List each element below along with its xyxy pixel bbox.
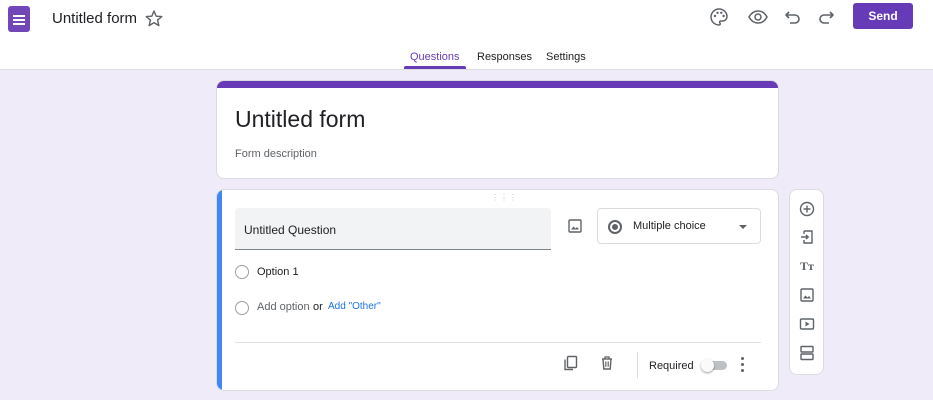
- app-header: Untitled form Send Questions Responses S…: [0, 0, 933, 70]
- star-icon[interactable]: [143, 6, 165, 30]
- question-title-text: Untitled Question: [244, 223, 337, 237]
- add-image-icon[interactable]: [798, 286, 816, 304]
- doc-title[interactable]: Untitled form: [52, 10, 137, 27]
- import-questions-icon[interactable]: [798, 228, 816, 246]
- title-glyph: Tт: [800, 258, 814, 273]
- send-button[interactable]: Send: [853, 3, 913, 29]
- form-title[interactable]: Untitled form: [235, 106, 365, 133]
- option-radio: [235, 265, 249, 279]
- add-title-icon[interactable]: Tт: [798, 257, 816, 275]
- toggle-thumb: [701, 359, 714, 372]
- eye-icon[interactable]: [746, 5, 770, 29]
- footer-vertical-divider: [637, 352, 638, 378]
- add-image-icon[interactable]: [566, 217, 584, 235]
- redo-icon[interactable]: [814, 5, 838, 29]
- drag-handle-icon[interactable]: ⋮⋮⋮: [491, 193, 518, 202]
- footer-divider: [235, 342, 761, 343]
- option-1-label[interactable]: Option 1: [257, 266, 299, 278]
- side-toolbar: Tт: [789, 189, 824, 375]
- question-type-label: Multiple choice: [633, 220, 706, 232]
- question-title-input[interactable]: Untitled Question: [235, 208, 551, 250]
- or-text: or: [313, 301, 323, 313]
- add-option-radio: [235, 301, 249, 315]
- add-video-icon[interactable]: [798, 315, 816, 333]
- forms-logo-icon[interactable]: [8, 6, 30, 32]
- question-type-select[interactable]: Multiple choice: [597, 208, 761, 244]
- delete-icon[interactable]: [598, 354, 616, 372]
- undo-icon[interactable]: [781, 5, 805, 29]
- tab-settings[interactable]: Settings: [546, 51, 586, 63]
- duplicate-icon[interactable]: [562, 354, 580, 372]
- more-options-icon[interactable]: [740, 355, 746, 373]
- add-section-icon[interactable]: [798, 344, 816, 362]
- add-option-button[interactable]: Add option: [257, 301, 310, 313]
- add-question-icon[interactable]: [798, 200, 816, 218]
- required-toggle[interactable]: [701, 359, 727, 372]
- active-tab-indicator: [404, 66, 466, 69]
- form-title-card[interactable]: Untitled form Form description: [216, 80, 779, 179]
- radio-button-icon: [608, 220, 622, 234]
- active-card-accent: [217, 190, 222, 390]
- theme-bar: [217, 81, 778, 88]
- form-description-field[interactable]: Form description: [235, 148, 317, 160]
- palette-icon[interactable]: [707, 5, 731, 29]
- question-card[interactable]: ⋮⋮⋮ Untitled Question Multiple choice Op…: [216, 189, 779, 391]
- tab-questions[interactable]: Questions: [410, 51, 460, 63]
- required-label: Required: [649, 360, 694, 372]
- tab-responses[interactable]: Responses: [477, 51, 532, 63]
- caret-down-icon: [739, 225, 747, 229]
- add-other-button[interactable]: Add "Other": [328, 301, 381, 312]
